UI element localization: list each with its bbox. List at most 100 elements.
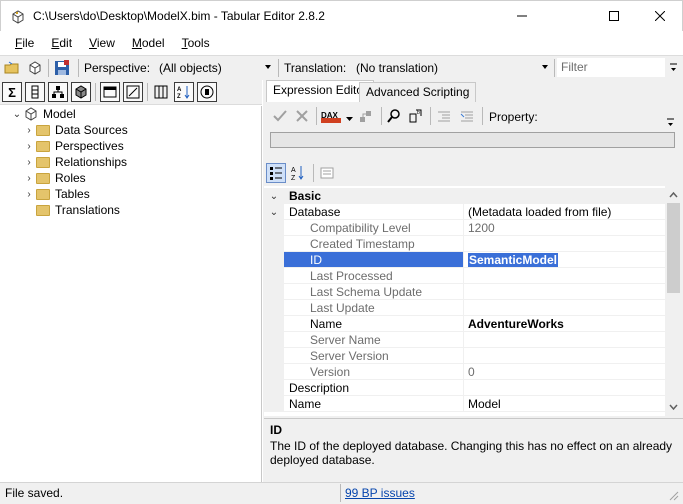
menu-model[interactable]: Model: [123, 36, 173, 50]
comment-icon[interactable]: [436, 108, 452, 127]
app-icon: [12, 10, 24, 24]
chevron-right-icon[interactable]: ›: [24, 173, 34, 184]
close-button[interactable]: [637, 1, 683, 31]
minimize-button[interactable]: [499, 1, 545, 31]
display-folder-icon: [126, 85, 140, 99]
open-model-icon[interactable]: [26, 59, 44, 77]
alphabetical-view-button[interactable]: AZ: [288, 163, 308, 183]
perspective-combo[interactable]: (All objects): [155, 58, 273, 78]
menu-view[interactable]: View: [80, 36, 123, 50]
property-row-created-timestamp[interactable]: Created Timestamp: [264, 236, 665, 252]
property-row-version[interactable]: Version 0: [264, 364, 665, 380]
menu-edit[interactable]: Edit: [42, 36, 80, 50]
tree-item-tables[interactable]: › Tables: [24, 186, 89, 202]
cancel-icon[interactable]: [294, 108, 310, 127]
folder-icon: [36, 140, 50, 152]
property-row-last-schema-update[interactable]: Last Schema Update: [264, 284, 665, 300]
show-hidden-button[interactable]: [100, 82, 120, 102]
tree-item-perspectives[interactable]: › Perspectives: [24, 138, 124, 154]
tab-expression-editor[interactable]: Expression Editor: [266, 80, 375, 102]
toolbar-overflow-icon[interactable]: [666, 117, 675, 132]
property-row-compatibility-level[interactable]: Compatibility Level 1200: [264, 220, 665, 236]
property-value[interactable]: AdventureWorks: [463, 316, 665, 332]
tree-item-model[interactable]: ⌄ Model: [12, 106, 76, 122]
property-row-last-update[interactable]: Last Update: [264, 300, 665, 316]
property-row-model-name[interactable]: Name Model: [264, 396, 665, 412]
property-value[interactable]: Model: [463, 396, 665, 412]
show-measures-button-2[interactable]: [197, 82, 217, 102]
tree-item-data-sources[interactable]: › Data Sources: [24, 122, 127, 138]
tree-item-label: Model: [43, 107, 76, 121]
property-row-id[interactable]: ID SemanticModel: [264, 252, 665, 268]
toolbar-overflow-icon[interactable]: [669, 62, 678, 74]
chevron-right-icon[interactable]: ›: [24, 125, 34, 136]
tree-item-label: Perspectives: [55, 139, 124, 153]
property-name: Version: [284, 364, 463, 380]
columns-icon: [154, 85, 168, 99]
show-hierarchies-button[interactable]: [48, 82, 68, 102]
show-columns-button[interactable]: [25, 82, 45, 102]
dependencies-icon[interactable]: [358, 108, 374, 127]
menu-file[interactable]: File: [6, 36, 42, 50]
find-icon[interactable]: [386, 108, 402, 127]
show-partitions-button[interactable]: [71, 82, 91, 102]
property-value: [463, 284, 665, 300]
scrollbar-thumb[interactable]: [667, 203, 680, 293]
property-row-last-processed[interactable]: Last Processed: [264, 268, 665, 284]
property-row-server-version[interactable]: Server Version: [264, 348, 665, 364]
categorized-icon: [270, 167, 282, 180]
property-value[interactable]: [463, 380, 665, 396]
chevron-right-icon[interactable]: ›: [24, 189, 34, 200]
property-value-input[interactable]: SemanticModel: [463, 252, 665, 268]
accept-icon[interactable]: [272, 108, 288, 127]
chevron-down-icon[interactable]: ⌄: [264, 188, 284, 204]
chevron-right-icon[interactable]: ›: [24, 141, 34, 152]
property-row-name[interactable]: Name AdventureWorks: [264, 316, 665, 332]
property-category-basic[interactable]: ⌄ Basic: [264, 188, 665, 204]
maximize-button[interactable]: [591, 1, 637, 31]
property-row-database[interactable]: ⌄ Database (Metadata loaded from file): [264, 204, 665, 220]
property-name: Name: [284, 316, 463, 332]
chevron-right-icon[interactable]: ›: [24, 157, 34, 168]
property-name: Last Update: [284, 300, 463, 316]
menu-tools[interactable]: Tools: [173, 36, 218, 50]
show-translations-button[interactable]: [123, 82, 143, 102]
svg-text:A: A: [291, 167, 296, 174]
dax-formatter-icon[interactable]: DAX: [321, 107, 345, 125]
tab-advanced-scripting[interactable]: Advanced Scripting: [359, 82, 477, 102]
chevron-down-icon[interactable]: ⌄: [264, 204, 284, 220]
sort-az-icon: AZ: [291, 166, 304, 181]
property-row-server-name[interactable]: Server Name: [264, 332, 665, 348]
property-name: Database: [284, 204, 463, 220]
uncomment-icon[interactable]: [459, 108, 475, 127]
bp-issues-link[interactable]: 99 BP issues: [345, 486, 415, 500]
property-row-description[interactable]: Description: [264, 380, 665, 396]
filter-input[interactable]: Filter: [557, 58, 665, 77]
status-bar: [0, 482, 683, 504]
scroll-up-icon[interactable]: [665, 188, 682, 202]
property-value: [463, 332, 665, 348]
chevron-down-icon[interactable]: ⌄: [12, 109, 22, 120]
show-measures-button[interactable]: Σ: [2, 82, 22, 102]
property-pages-button[interactable]: [317, 163, 337, 183]
show-all-columns-button[interactable]: [151, 82, 171, 102]
title-bar: C:\Users\do\Desktop\ModelX.bim - Tabular…: [0, 0, 683, 31]
folder-icon: [36, 188, 50, 200]
open-folder-icon[interactable]: [3, 59, 21, 77]
sort-icon: AZ: [177, 86, 190, 99]
tree-item-translations[interactable]: Translations: [24, 202, 120, 218]
resize-grip-icon[interactable]: [668, 490, 680, 504]
svg-text:b: b: [417, 110, 420, 116]
scroll-down-icon[interactable]: [665, 400, 682, 414]
tree-item-roles[interactable]: › Roles: [24, 170, 85, 186]
translation-combo[interactable]: (No translation): [352, 58, 550, 78]
tree-item-relationships[interactable]: › Relationships: [24, 154, 127, 170]
expression-editor-field[interactable]: [270, 132, 675, 148]
chevron-down-icon[interactable]: [346, 111, 353, 125]
replace-icon[interactable]: b: [408, 108, 424, 127]
categorized-view-button[interactable]: [266, 163, 286, 183]
window-title: C:\Users\do\Desktop\ModelX.bim - Tabular…: [33, 9, 325, 23]
menu-bar: File Edit View Model Tools: [0, 31, 683, 54]
save-icon[interactable]: [53, 59, 71, 77]
sort-az-button[interactable]: AZ: [174, 82, 194, 102]
